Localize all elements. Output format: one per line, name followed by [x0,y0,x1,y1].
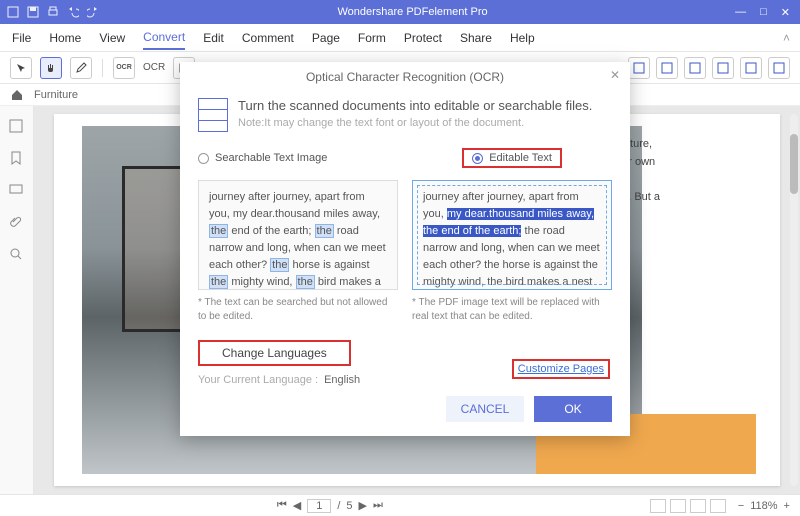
bookmark-panel-icon[interactable] [8,150,26,168]
ok-button[interactable]: OK [534,396,612,422]
menu-convert[interactable]: Convert [143,26,185,50]
radio-on-icon [472,153,483,164]
change-languages-button[interactable]: Change Languages [198,340,351,366]
dialog-note: Note:It may change the text font or layo… [238,117,592,129]
view-cont-icon[interactable] [670,499,686,513]
dialog-title: Optical Character Recognition (OCR) [306,70,504,84]
view-single-icon[interactable] [650,499,666,513]
page-current[interactable]: 1 [307,499,331,513]
to-excel-icon[interactable] [656,57,678,79]
preview-searchable: journey after journey, apart from you, m… [198,180,398,324]
cancel-button[interactable]: CANCEL [446,396,524,422]
menu-help[interactable]: Help [510,27,535,49]
next-page-icon[interactable]: ▶ [359,499,367,512]
minimize-icon[interactable]: — [735,6,746,19]
view-cont-facing-icon[interactable] [710,499,726,513]
menu-share[interactable]: Share [460,27,492,49]
ocr-label: OCR [143,62,165,73]
status-bar: ⏮ ◀ 1 / 5 ▶ ⏭ − 118% + [0,494,800,516]
customize-pages-link[interactable]: Customize Pages [512,359,610,379]
menu-file[interactable]: File [12,27,31,49]
menu-comment[interactable]: Comment [242,27,294,49]
option-editable[interactable]: Editable Text [462,148,562,168]
zoom-out-icon[interactable]: − [738,500,744,512]
radio-off-icon [198,153,209,164]
document-icon [198,98,228,132]
attachment-panel-icon[interactable] [8,214,26,232]
view-facing-icon[interactable] [690,499,706,513]
breadcrumb-item[interactable]: Furniture [34,89,78,101]
menu-page[interactable]: Page [312,27,340,49]
zoom-in-icon[interactable]: + [784,500,790,512]
comment-panel-icon[interactable] [8,182,26,200]
ocr-icon[interactable]: OCR [113,57,135,79]
preview-editable: journey after journey, apart from you, m… [412,180,612,324]
menu-home[interactable]: Home [49,27,81,49]
zoom-value: 118% [750,500,777,512]
vertical-scrollbar[interactable] [790,114,798,486]
page-navigator: ⏮ ◀ 1 / 5 ▶ ⏭ [277,499,383,513]
save-icon[interactable] [26,5,40,19]
hand-tool-icon[interactable] [40,57,62,79]
title-bar: Wondershare PDFelement Pro — □ ✕ [0,0,800,24]
first-page-icon[interactable]: ⏮ [277,499,287,512]
menu-edit[interactable]: Edit [203,27,224,49]
menu-bar: File Home View Convert Edit Comment Page… [0,24,800,52]
close-window-icon[interactable]: ✕ [781,6,790,19]
undo-icon[interactable] [66,5,80,19]
home-icon[interactable] [10,88,24,102]
dialog-heading: Turn the scanned documents into editable… [238,98,592,113]
edit-tool-icon[interactable] [70,57,92,79]
print-icon[interactable] [46,5,60,19]
to-other-icon[interactable] [768,57,790,79]
maximize-icon[interactable]: □ [760,6,767,19]
select-tool-icon[interactable] [10,57,32,79]
to-image-icon[interactable] [712,57,734,79]
to-rtf-icon[interactable] [740,57,762,79]
app-logo-icon [6,5,20,19]
thumbnail-panel-icon[interactable] [8,118,26,136]
search-panel-icon[interactable] [8,246,26,264]
close-icon[interactable]: ✕ [610,68,620,82]
last-page-icon[interactable]: ⏭ [373,499,383,512]
menu-protect[interactable]: Protect [404,27,442,49]
document-text: culture, our own on. But a [616,136,746,206]
prev-page-icon[interactable]: ◀ [293,499,301,512]
redo-icon[interactable] [86,5,100,19]
to-ppt-icon[interactable] [684,57,706,79]
page-total: 5 [346,500,352,512]
menu-view[interactable]: View [99,27,125,49]
side-panel [0,106,34,494]
to-word-icon[interactable] [628,57,650,79]
ocr-dialog: Optical Character Recognition (OCR) ✕ Tu… [180,62,630,436]
option-searchable[interactable]: Searchable Text Image [198,152,327,164]
app-title: Wondershare PDFelement Pro [100,6,725,18]
current-language-label: Your Current Language :English [180,370,378,386]
collapse-ribbon-icon[interactable]: ˄ [783,31,790,45]
menu-form[interactable]: Form [358,27,386,49]
